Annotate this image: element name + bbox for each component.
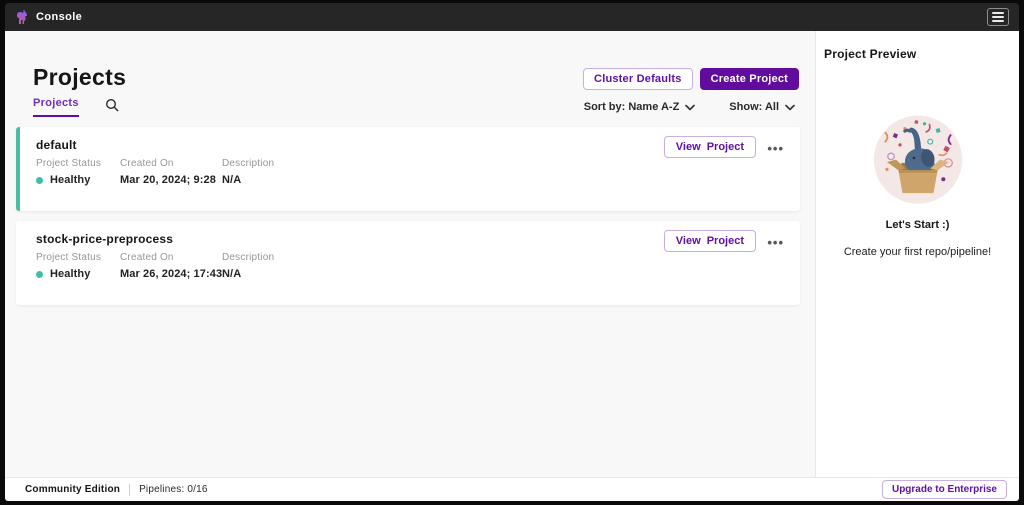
sort-dropdown[interactable]: Sort by: Name A-Z	[584, 101, 696, 113]
column-label-description: Description	[222, 158, 275, 169]
project-card-default[interactable]: default Project Status Created On Descri…	[16, 127, 800, 211]
search-icon	[105, 98, 119, 112]
hamburger-menu-button[interactable]	[987, 8, 1009, 26]
view-project-button[interactable]: View Project	[663, 136, 756, 158]
footer-bar: Community Edition Pipelines: 0/16 Upgrad…	[5, 477, 1019, 501]
show-dropdown[interactable]: Show: All	[729, 101, 795, 113]
projects-main: Projects Cluster Defaults Create Project…	[5, 31, 815, 477]
create-project-button[interactable]: Create Project	[699, 68, 799, 90]
app-title: Console	[36, 11, 83, 23]
elephant-logo-icon	[15, 9, 29, 25]
app-window: Console Projects Cluster Defaults Create…	[0, 0, 1024, 505]
lets-start-headline: Let's Start :)	[885, 219, 950, 231]
show-dropdown-label: Show: All	[729, 101, 779, 113]
project-name: default	[36, 138, 77, 152]
column-label-created: Created On	[120, 252, 174, 263]
sort-dropdown-label: Sort by: Name A-Z	[583, 101, 680, 113]
chevron-down-icon	[785, 104, 795, 111]
project-preview-panel: Project Preview Let's Start:) Create yo…	[815, 31, 1019, 477]
project-description: N/A	[222, 174, 242, 186]
column-label-description: Description	[222, 252, 275, 263]
project-created: Mar 26, 2024; 17:43	[120, 268, 223, 280]
view-project-button[interactable]: View Project	[663, 230, 756, 252]
first-repo-subtext: Create your first repo/pipeline!	[843, 246, 992, 258]
elephant-box-illustration	[869, 109, 967, 212]
tab-projects[interactable]: Projects	[33, 97, 79, 117]
cluster-defaults-button[interactable]: Cluster Defaults	[583, 68, 693, 90]
overflow-menu-button[interactable]: •••	[765, 136, 786, 161]
preview-title: Project Preview	[824, 47, 917, 61]
topbar: Console	[5, 3, 1019, 31]
page-title: Projects	[33, 64, 127, 90]
menu-icon	[992, 12, 1004, 14]
column-label-status: Project Status	[36, 158, 102, 169]
project-card-stock-price-preprocess[interactable]: stock-price-preprocess Project Status Cr…	[16, 221, 800, 305]
column-label-created: Created On	[120, 158, 174, 169]
healthy-status-dot	[36, 176, 43, 184]
footer-divider	[129, 483, 131, 496]
project-status: Healthy	[50, 174, 91, 186]
project-name: stock-price-preprocess	[36, 232, 174, 246]
upgrade-enterprise-button[interactable]: Upgrade to Enterprise	[881, 480, 1007, 499]
pipelines-count: Pipelines: 0/16	[139, 484, 208, 495]
chevron-down-icon	[685, 104, 696, 111]
column-label-status: Project Status	[36, 252, 102, 263]
project-status: Healthy	[50, 268, 91, 280]
overflow-menu-button[interactable]: •••	[765, 230, 786, 255]
project-description: N/A	[222, 268, 242, 280]
edition-label: Community Edition	[25, 484, 121, 495]
search-button[interactable]	[105, 98, 119, 116]
project-created: Mar 20, 2024; 9:28	[120, 174, 216, 186]
healthy-status-dot	[36, 270, 43, 278]
